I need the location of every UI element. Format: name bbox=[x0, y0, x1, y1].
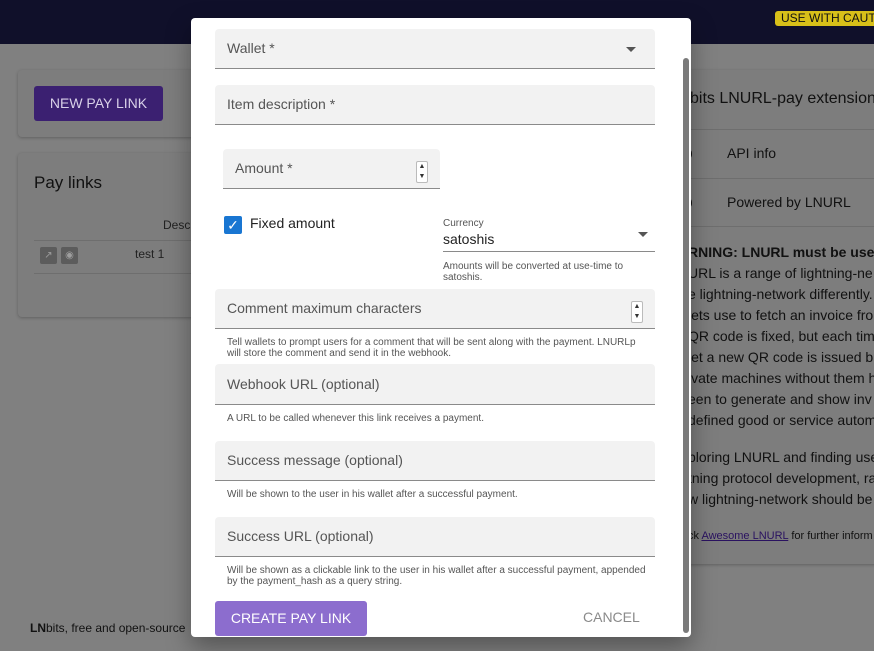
table-row: test 1 bbox=[135, 247, 165, 261]
info-line: lets use to fetch an invoice fro bbox=[688, 307, 874, 323]
currency-value: satoshis bbox=[443, 231, 495, 247]
wallet-select[interactable]: Wallet * bbox=[215, 29, 655, 69]
info-title: bits LNURL-pay extension bbox=[690, 90, 874, 107]
success-url-field[interactable]: Success URL (optional) bbox=[215, 517, 655, 557]
info-line: ploring LNURL and finding use bbox=[688, 449, 874, 465]
currency-hint: Amounts will be converted at use-time to… bbox=[443, 261, 624, 283]
comment-hint: Tell wallets to prompt users for a comme… bbox=[227, 337, 636, 359]
stepper-up-icon[interactable]: ▲ bbox=[417, 162, 427, 172]
success-message-hint: Will be shown to the user in his wallet … bbox=[227, 489, 518, 500]
amount-field[interactable]: Amount * ▲ ▼ bbox=[223, 149, 440, 189]
currency-caption: Currency bbox=[443, 218, 484, 229]
pay-links-title: Pay links bbox=[34, 173, 103, 192]
eye-icon[interactable]: ◉ bbox=[61, 247, 78, 264]
info-footer: ck Awesome LNURL for further inform bbox=[688, 530, 873, 542]
comment-stepper[interactable]: ▲ ▼ bbox=[631, 301, 643, 323]
info-line: QR code is fixed, but each tim bbox=[688, 328, 874, 344]
info-line: w lightning-network should be bbox=[688, 491, 873, 507]
dropdown-arrow-icon bbox=[638, 232, 648, 237]
amount-stepper[interactable]: ▲ ▼ bbox=[416, 161, 428, 183]
divider bbox=[34, 273, 198, 274]
success-url-hint: Will be shown as a clickable link to the… bbox=[227, 565, 646, 587]
cancel-button[interactable]: CANCEL bbox=[583, 609, 640, 625]
new-pay-link-button[interactable]: NEW PAY LINK bbox=[34, 86, 163, 121]
info-footer-suffix: for further inform bbox=[791, 530, 873, 542]
create-pay-link-dialog: Wallet * Item description * Amount * ▲ ▼… bbox=[191, 18, 691, 637]
item-description-label: Item description * bbox=[227, 96, 336, 112]
wallet-label: Wallet * bbox=[227, 40, 275, 56]
footer-bold: LN bbox=[30, 621, 46, 635]
info-line: ivate machines without them h bbox=[688, 370, 874, 386]
success-message-field[interactable]: Success message (optional) bbox=[215, 441, 655, 481]
page-footer: LNbits, free and open-source bbox=[30, 621, 185, 635]
webhook-hint: A URL to be called whenever this link re… bbox=[227, 413, 484, 424]
caution-badge: USE WITH CAUT bbox=[775, 11, 874, 26]
api-info-item[interactable]: API info bbox=[727, 145, 776, 161]
info-line: URL is a range of lightning-ne bbox=[688, 265, 873, 281]
footer-text: bits, free and open-source bbox=[46, 621, 186, 635]
info-line: e lightning-network differently. bbox=[688, 286, 873, 302]
stepper-down-icon[interactable]: ▼ bbox=[417, 172, 427, 182]
webhook-url-field[interactable]: Webhook URL (optional) bbox=[215, 364, 655, 405]
info-line: een to generate and show inv bbox=[688, 391, 872, 407]
divider bbox=[34, 240, 198, 241]
fixed-amount-checkbox[interactable]: ✓ bbox=[224, 216, 242, 234]
row-actions: ↗ ◉ bbox=[40, 247, 78, 264]
success-message-label: Success message (optional) bbox=[227, 452, 403, 468]
success-url-label: Success URL (optional) bbox=[227, 528, 374, 544]
info-line: tning protocol development, ra bbox=[688, 470, 874, 486]
item-description-field[interactable]: Item description * bbox=[215, 85, 655, 125]
powered-by-lnurl-item[interactable]: Powered by LNURL bbox=[727, 194, 851, 210]
dialog-scrollbar[interactable] bbox=[683, 58, 689, 633]
comment-max-chars-label: Comment maximum characters bbox=[227, 300, 422, 316]
divider bbox=[660, 129, 874, 130]
dropdown-arrow-icon bbox=[626, 47, 636, 52]
open-link-icon[interactable]: ↗ bbox=[40, 247, 57, 264]
divider bbox=[660, 178, 874, 179]
amount-label: Amount * bbox=[235, 160, 293, 176]
info-line: defined good or service autom bbox=[688, 412, 874, 428]
awesome-lnurl-link[interactable]: Awesome LNURL bbox=[701, 530, 788, 542]
warning-text: RNING: LNURL must be use bbox=[688, 244, 874, 260]
description-column-header: Desc bbox=[163, 218, 191, 232]
currency-select[interactable]: Currency satoshis bbox=[443, 218, 655, 252]
stepper-up-icon[interactable]: ▲ bbox=[632, 302, 642, 312]
new-pay-link-card: NEW PAY LINK bbox=[18, 70, 198, 137]
comment-max-chars-field[interactable]: Comment maximum characters ▲ ▼ bbox=[215, 289, 655, 329]
stepper-down-icon[interactable]: ▼ bbox=[632, 312, 642, 322]
pay-links-card: Pay links Desc ↗ ◉ test 1 bbox=[18, 153, 198, 317]
create-pay-link-button[interactable]: CREATE PAY LINK bbox=[215, 601, 367, 636]
divider bbox=[660, 226, 874, 227]
info-line: let a new QR code is issued b bbox=[688, 349, 874, 365]
info-card: bits LNURL-pay extension API info Powere… bbox=[660, 70, 874, 564]
fixed-amount-label: Fixed amount bbox=[250, 215, 335, 231]
webhook-url-label: Webhook URL (optional) bbox=[227, 376, 380, 392]
